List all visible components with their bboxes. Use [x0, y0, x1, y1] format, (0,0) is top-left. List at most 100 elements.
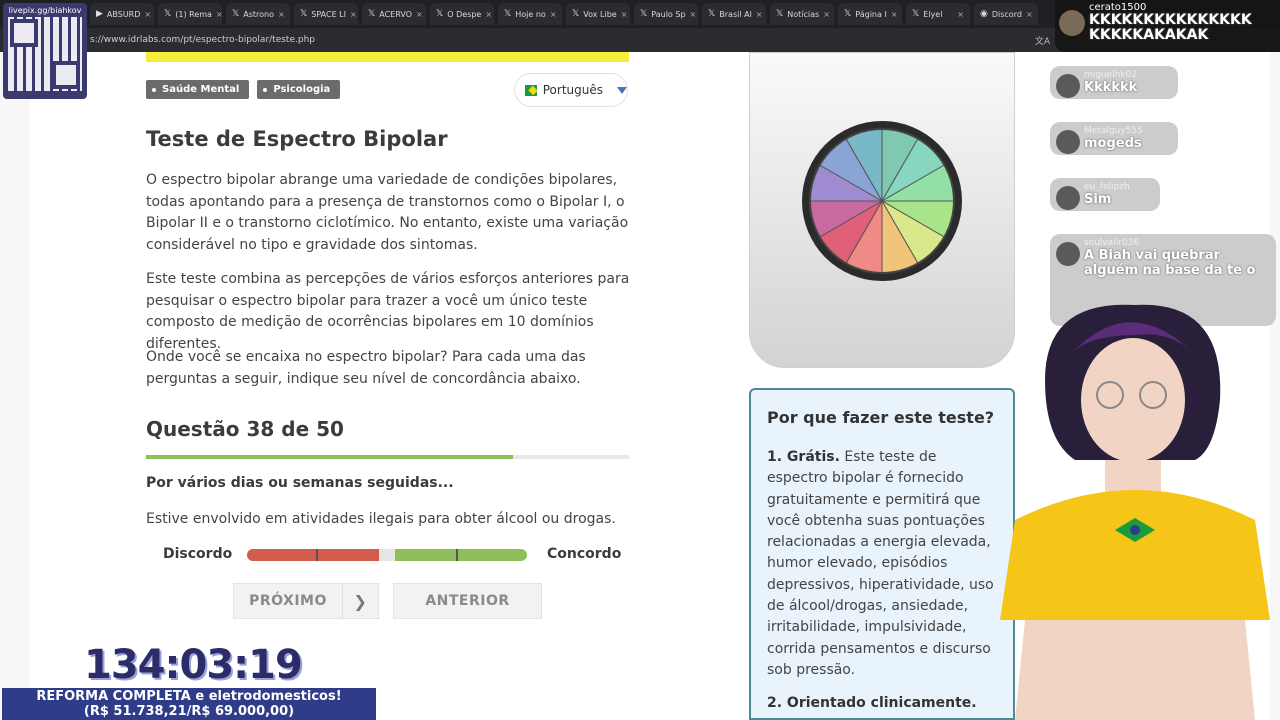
livepix-qr-overlay: livepix.gg/biahkov: [3, 3, 87, 99]
browser-tab[interactable]: 𝕏 Elyel ×: [906, 3, 970, 25]
tab-label: Astrono: [243, 9, 275, 19]
close-icon[interactable]: ×: [350, 10, 357, 19]
chat-text: mogeds: [1084, 136, 1142, 151]
slider-tick: [316, 549, 318, 561]
browser-tab[interactable]: 𝕏 Notícias ×: [770, 3, 834, 25]
x-icon: 𝕏: [300, 9, 308, 19]
scale-right-label: Concordo: [547, 546, 622, 562]
donation-goal-banner: REFORMA COMPLETA e eletrodomesticos! (R$…: [2, 688, 376, 720]
browser-tab[interactable]: 𝕏 (1) Rema ×: [158, 3, 222, 25]
close-icon[interactable]: ×: [823, 10, 830, 19]
chat-username: miguelhk02: [1084, 70, 1138, 80]
browser-tab[interactable]: 𝕏 Hoje no ×: [498, 3, 562, 25]
close-icon[interactable]: ×: [416, 10, 423, 19]
brazil-flag-icon: [525, 84, 537, 96]
close-icon[interactable]: ×: [216, 10, 222, 19]
panel-item-1-title: 1. Grátis.: [767, 449, 840, 465]
avatar: [1056, 242, 1080, 266]
tab-label: Elyel: [923, 9, 943, 19]
x-icon: 𝕏: [912, 9, 920, 19]
tab-label: Vox Libe: [583, 9, 617, 19]
previous-button[interactable]: ANTERIOR: [393, 583, 542, 619]
next-button-label: PRÓXIMO: [249, 593, 327, 609]
tag-saude-mental[interactable]: Saúde Mental: [146, 80, 250, 99]
tab-label: Página I: [855, 9, 887, 19]
translate-icon[interactable]: 文A: [1035, 34, 1050, 47]
category-tags: Saúde Mental Psicologia: [146, 80, 341, 99]
browser-tab[interactable]: 𝕏 Astrono ×: [226, 3, 290, 25]
question-text: Estive envolvido em atividades ilegais p…: [146, 511, 616, 527]
question-header: Por vários dias ou semanas seguidas...: [146, 475, 454, 491]
goal-title: REFORMA COMPLETA e eletrodomesticos!: [36, 689, 342, 704]
chat-username: soulvalir036: [1084, 238, 1140, 248]
subathon-timer: 134:03:19: [84, 642, 303, 688]
discord-icon: ◉: [980, 9, 988, 19]
x-icon: 𝕏: [436, 9, 444, 19]
previous-button-label: ANTERIOR: [425, 593, 510, 609]
close-icon[interactable]: ×: [278, 10, 285, 19]
close-icon[interactable]: ×: [550, 10, 557, 19]
x-icon: 𝕏: [572, 9, 580, 19]
browser-tab[interactable]: ◉ Discord ×: [974, 3, 1038, 25]
chat-text: A Biah vai quebrar alguém na base da te …: [1084, 248, 1256, 278]
close-icon[interactable]: ×: [957, 10, 964, 19]
browser-tab[interactable]: 𝕏 SPACE LI ×: [294, 3, 358, 25]
slider-disagree-segment: [247, 549, 379, 561]
browser-tab[interactable]: 𝕏O Despe ×: [430, 3, 494, 25]
qr-handle: livepix.gg/biahkov: [8, 6, 82, 15]
tab-label: Discord: [991, 9, 1022, 19]
progress-bar: [146, 455, 629, 459]
close-icon[interactable]: ×: [621, 10, 628, 19]
next-button[interactable]: PRÓXIMO ❯: [233, 583, 379, 619]
browser-tab[interactable]: ▶ ABSURD ×: [90, 3, 154, 25]
qr-code-icon: [8, 17, 82, 91]
color-wheel-icon: [802, 121, 962, 281]
youtube-icon: ▶: [96, 9, 103, 19]
tab-label: (1) Rema: [175, 9, 212, 19]
slider-agree-segment: [395, 549, 527, 561]
close-icon[interactable]: ×: [690, 10, 697, 19]
agreement-slider[interactable]: [247, 549, 527, 561]
intro-paragraph-3: Onde você se encaixa no espectro bipolar…: [146, 349, 586, 387]
tag-psicologia[interactable]: Psicologia: [257, 80, 341, 99]
intro-paragraph-2: Este teste combina as percepções de vári…: [146, 271, 630, 352]
close-icon[interactable]: ×: [485, 10, 492, 19]
x-icon: 𝕏: [640, 9, 648, 19]
x-icon: 𝕏: [232, 9, 240, 19]
tab-label: ABSURD: [106, 9, 141, 19]
browser-tab[interactable]: 𝕏 Paulo Sp ×: [634, 3, 698, 25]
url-text[interactable]: s://www.idrlabs.com/pt/espectro-bipolar/…: [90, 35, 315, 45]
x-icon: 𝕏: [776, 9, 784, 19]
tab-label: SPACE LI: [311, 9, 346, 19]
panel-title: Por que fazer este teste?: [767, 408, 995, 427]
panel-item-2-title: 2. Orientado clinicamente.: [767, 695, 977, 712]
close-icon[interactable]: ×: [891, 10, 898, 19]
tab-label: O Despe: [447, 9, 482, 19]
browser-tab[interactable]: 𝕏 Página I ×: [838, 3, 902, 25]
browser-tab[interactable]: 𝕏 ACERVO ×: [362, 3, 426, 25]
chat-text: KKKKKKKKKKKKKKK KKKKKAKAKAK: [1089, 12, 1252, 43]
chat-message: eu_felipzh Sim: [1050, 178, 1160, 211]
avatar: [1056, 130, 1080, 154]
chevron-right-icon: ❯: [342, 584, 378, 618]
close-icon[interactable]: ×: [144, 10, 151, 19]
language-selector[interactable]: Português: [514, 73, 628, 107]
slider-thumb[interactable]: [379, 549, 395, 561]
tab-label: Brasil Al: [719, 9, 752, 19]
chat-text: Kkkkkk: [1084, 80, 1138, 95]
progress-fill: [146, 455, 514, 459]
x-icon: 𝕏: [504, 9, 512, 19]
x-icon: 𝕏: [844, 9, 852, 19]
panel-item-1-text: Este teste de espectro bipolar é forneci…: [767, 449, 994, 678]
browser-tab[interactable]: 𝕏 Brasil Al ×: [702, 3, 766, 25]
scale-left-label: Discordo: [163, 546, 233, 562]
chat-text: Sim: [1084, 192, 1112, 207]
vtuber-avatar: [1000, 304, 1270, 720]
tab-label: Hoje no: [515, 9, 546, 19]
close-icon[interactable]: ×: [1026, 10, 1033, 19]
chevron-down-icon: [617, 86, 627, 94]
language-label: Português: [542, 83, 603, 97]
close-icon[interactable]: ×: [756, 10, 763, 19]
x-icon: 𝕏: [164, 9, 172, 19]
browser-tab[interactable]: 𝕏 Vox Libe ×: [566, 3, 630, 25]
